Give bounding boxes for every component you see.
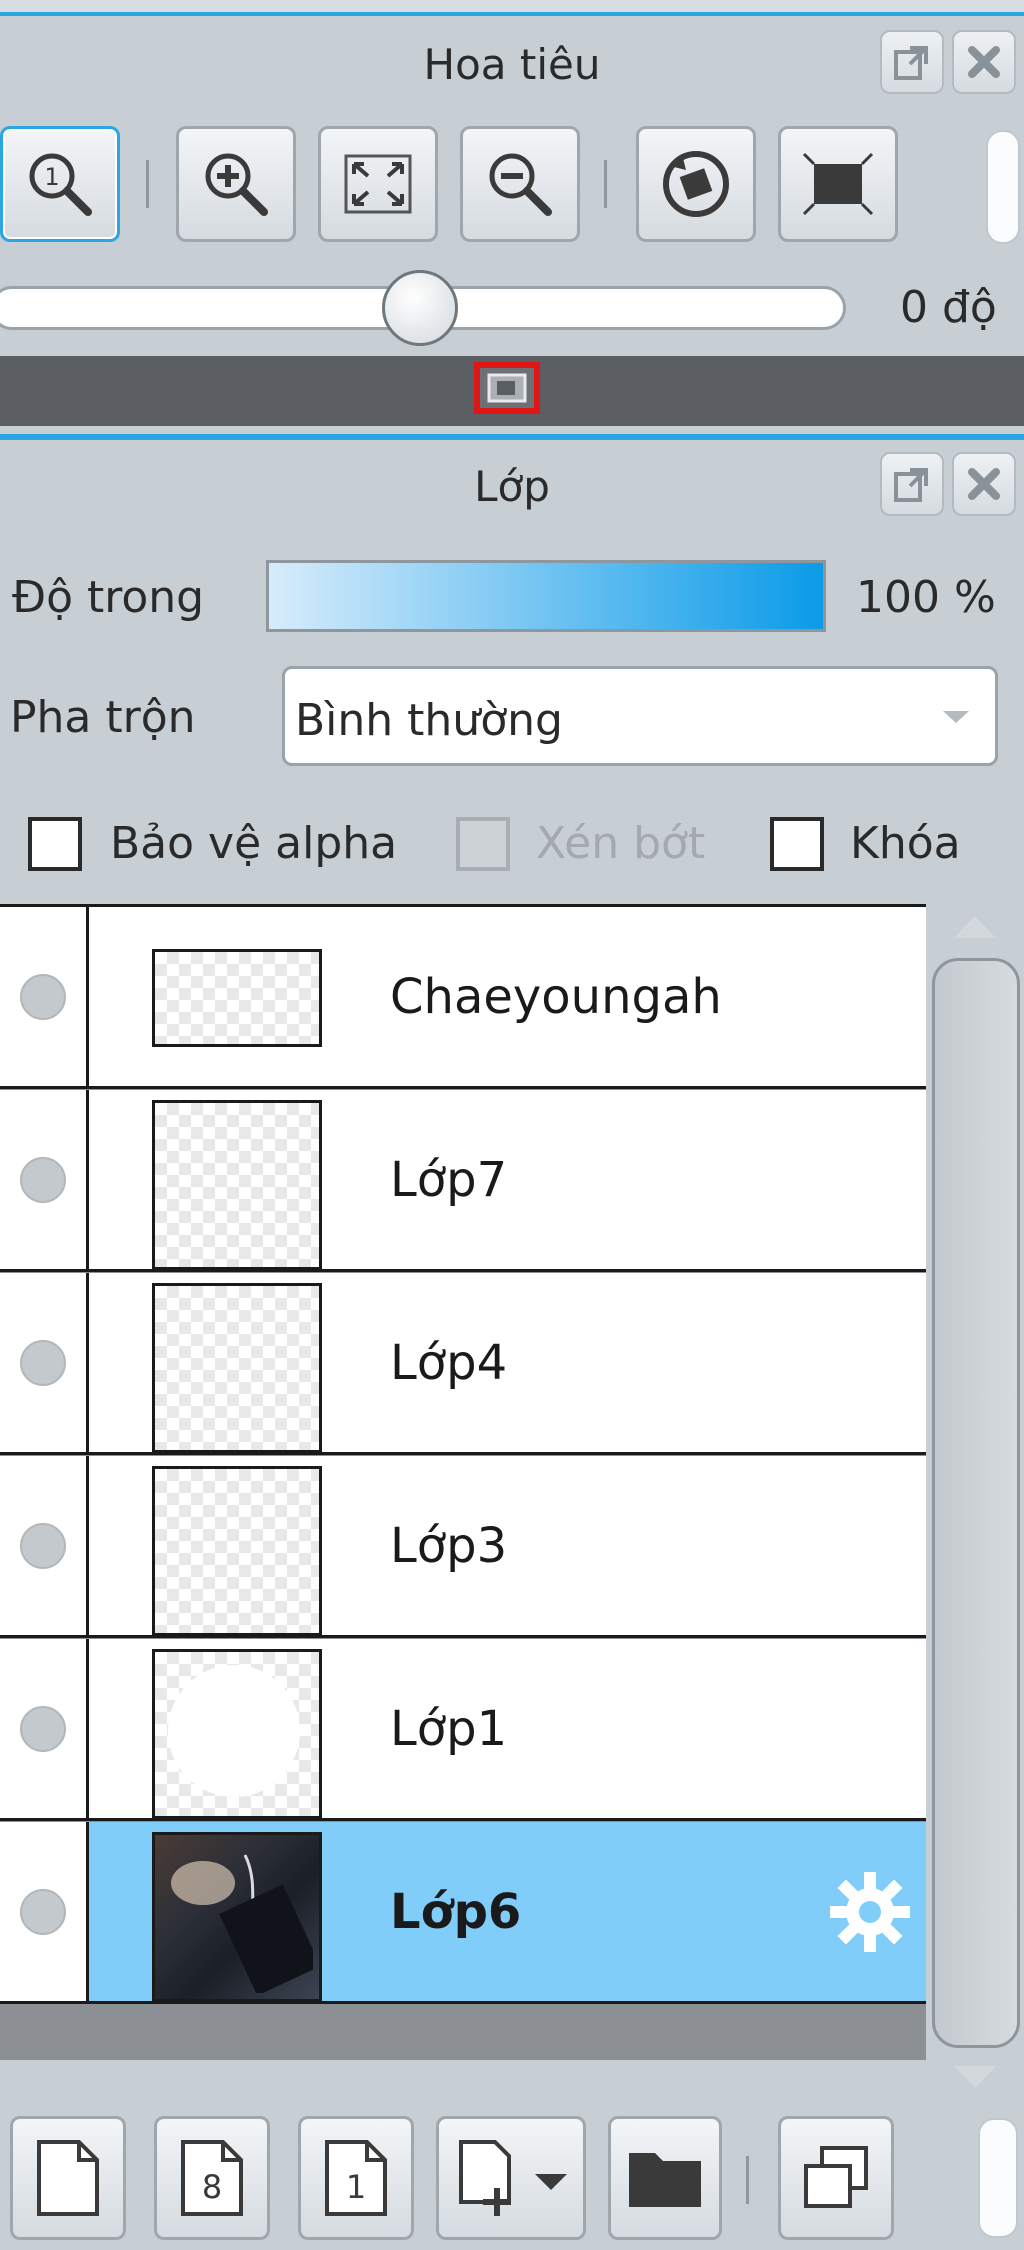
zoom-out-icon	[489, 153, 552, 216]
layer-row[interactable]: Lớp3	[0, 1456, 926, 1638]
tool-separator	[146, 160, 149, 208]
svg-text:8: 8	[202, 2168, 222, 2206]
layer-row[interactable]: Lớp7	[0, 1090, 926, 1272]
lock-label: Khóa	[850, 818, 961, 869]
layer-name: Lớp7	[390, 1151, 508, 1208]
clipping-checkbox	[456, 817, 510, 871]
new-folder-button[interactable]	[608, 2116, 722, 2240]
layer-thumbnail	[152, 1832, 322, 2002]
eye-icon	[20, 1339, 66, 1386]
new-folder-icon	[629, 2153, 701, 2207]
add-layer-menu-button[interactable]	[436, 2116, 586, 2240]
duplicate-layer-icon	[804, 2146, 868, 2208]
blend-mode-value: Bình thường	[295, 695, 563, 746]
rotation-slider-thumb[interactable]	[382, 270, 458, 346]
new-1bit-layer-button[interactable]: 1	[298, 2116, 414, 2240]
layer-thumbnail	[152, 1283, 322, 1453]
scroll-down-icon[interactable]	[950, 2062, 1000, 2092]
navigator-undock-button[interactable]	[880, 30, 944, 94]
eye-icon	[20, 1705, 66, 1752]
toolbar-scroll-knob[interactable]	[986, 130, 1020, 244]
layer-name: Lớp6	[390, 1883, 522, 1940]
layer-thumbnail	[152, 1649, 322, 1819]
rotate-reset-icon	[663, 151, 729, 217]
new-8bit-layer-icon: 8	[181, 2140, 243, 2216]
navigator-title: Hoa tiêu	[423, 40, 601, 89]
blend-label: Pha trộn	[10, 692, 196, 743]
eye-icon	[20, 973, 66, 1020]
clipping-label: Xén bớt	[536, 818, 706, 869]
layer-name: Lớp4	[390, 1334, 508, 1391]
new-1bit-layer-icon: 1	[325, 2140, 387, 2216]
eye-icon	[20, 1888, 66, 1935]
zoom-in-button[interactable]	[176, 126, 296, 242]
opacity-slider[interactable]	[266, 560, 826, 632]
zoom-actual-button[interactable]: 1	[0, 126, 120, 242]
rotate-reset-button[interactable]	[636, 126, 756, 242]
new-layer-icon	[37, 2140, 99, 2216]
undock-icon	[894, 468, 928, 502]
protect-alpha-checkbox[interactable]	[28, 817, 82, 871]
eye-icon	[20, 1156, 66, 1203]
opacity-value: 100 %	[856, 572, 996, 623]
layer-row-selected[interactable]: Lớp6	[0, 1822, 926, 2004]
layer-thumbnail	[152, 1100, 322, 1270]
layer-list-scroll-thumb[interactable]	[932, 958, 1020, 2048]
scroll-up-icon[interactable]	[950, 912, 1000, 942]
panel-divider	[0, 434, 1024, 440]
svg-text:1: 1	[44, 163, 59, 191]
fit-screen-icon	[344, 154, 412, 214]
layer-thumbnail	[152, 949, 322, 1047]
close-icon	[968, 46, 1000, 78]
lock-checkbox[interactable]	[770, 817, 824, 871]
close-icon	[968, 468, 1000, 500]
visibility-toggle[interactable]	[0, 907, 89, 1086]
preview-frame-icon[interactable]	[474, 362, 540, 414]
visibility-toggle[interactable]	[0, 1273, 89, 1452]
new-layer-button[interactable]	[10, 2116, 126, 2240]
add-layer-menu-icon	[459, 2140, 567, 2216]
layers-undock-button[interactable]	[880, 452, 944, 516]
zoom-in-icon	[205, 153, 268, 216]
flip-button[interactable]	[778, 126, 898, 242]
chevron-down-icon	[943, 711, 969, 723]
fit-screen-button[interactable]	[318, 126, 438, 242]
layer-row[interactable]: Lớp1	[0, 1639, 926, 1821]
opacity-label: Độ trong	[12, 572, 205, 623]
tool-separator	[746, 2156, 749, 2204]
gear-icon[interactable]	[828, 1870, 912, 1954]
layer-name: Chaeyoungah	[390, 968, 722, 1025]
rotation-value: 0 độ	[900, 282, 997, 333]
layer-name: Lớp1	[390, 1700, 508, 1757]
layer-thumbnail	[152, 1466, 322, 1636]
new-8bit-layer-button[interactable]: 8	[154, 2116, 270, 2240]
layers-close-button[interactable]	[952, 452, 1016, 516]
visibility-toggle[interactable]	[0, 1639, 89, 1818]
flip-icon	[802, 152, 874, 216]
blend-mode-select[interactable]: Bình thường	[282, 666, 998, 766]
panel-top-edge	[0, 0, 1024, 16]
undock-icon	[894, 46, 928, 80]
bottom-toolbar-scroll-knob[interactable]	[978, 2118, 1018, 2238]
protect-alpha-label: Bảo vệ alpha	[110, 818, 398, 869]
eye-icon	[20, 1522, 66, 1569]
visibility-toggle[interactable]	[0, 1090, 89, 1269]
visibility-toggle[interactable]	[0, 1456, 89, 1635]
layer-row[interactable]: Chaeyoungah	[0, 907, 926, 1089]
layer-row[interactable]: Lớp4	[0, 1273, 926, 1455]
svg-text:1: 1	[346, 2168, 366, 2206]
layer-name: Lớp3	[390, 1517, 508, 1574]
zoom-out-button[interactable]	[460, 126, 580, 242]
zoom-actual-icon: 1	[29, 153, 92, 216]
tool-separator	[604, 160, 607, 208]
layers-title: Lớp	[474, 462, 550, 511]
visibility-toggle[interactable]	[0, 1822, 89, 2001]
duplicate-layer-button[interactable]	[778, 2116, 894, 2240]
navigator-close-button[interactable]	[952, 30, 1016, 94]
